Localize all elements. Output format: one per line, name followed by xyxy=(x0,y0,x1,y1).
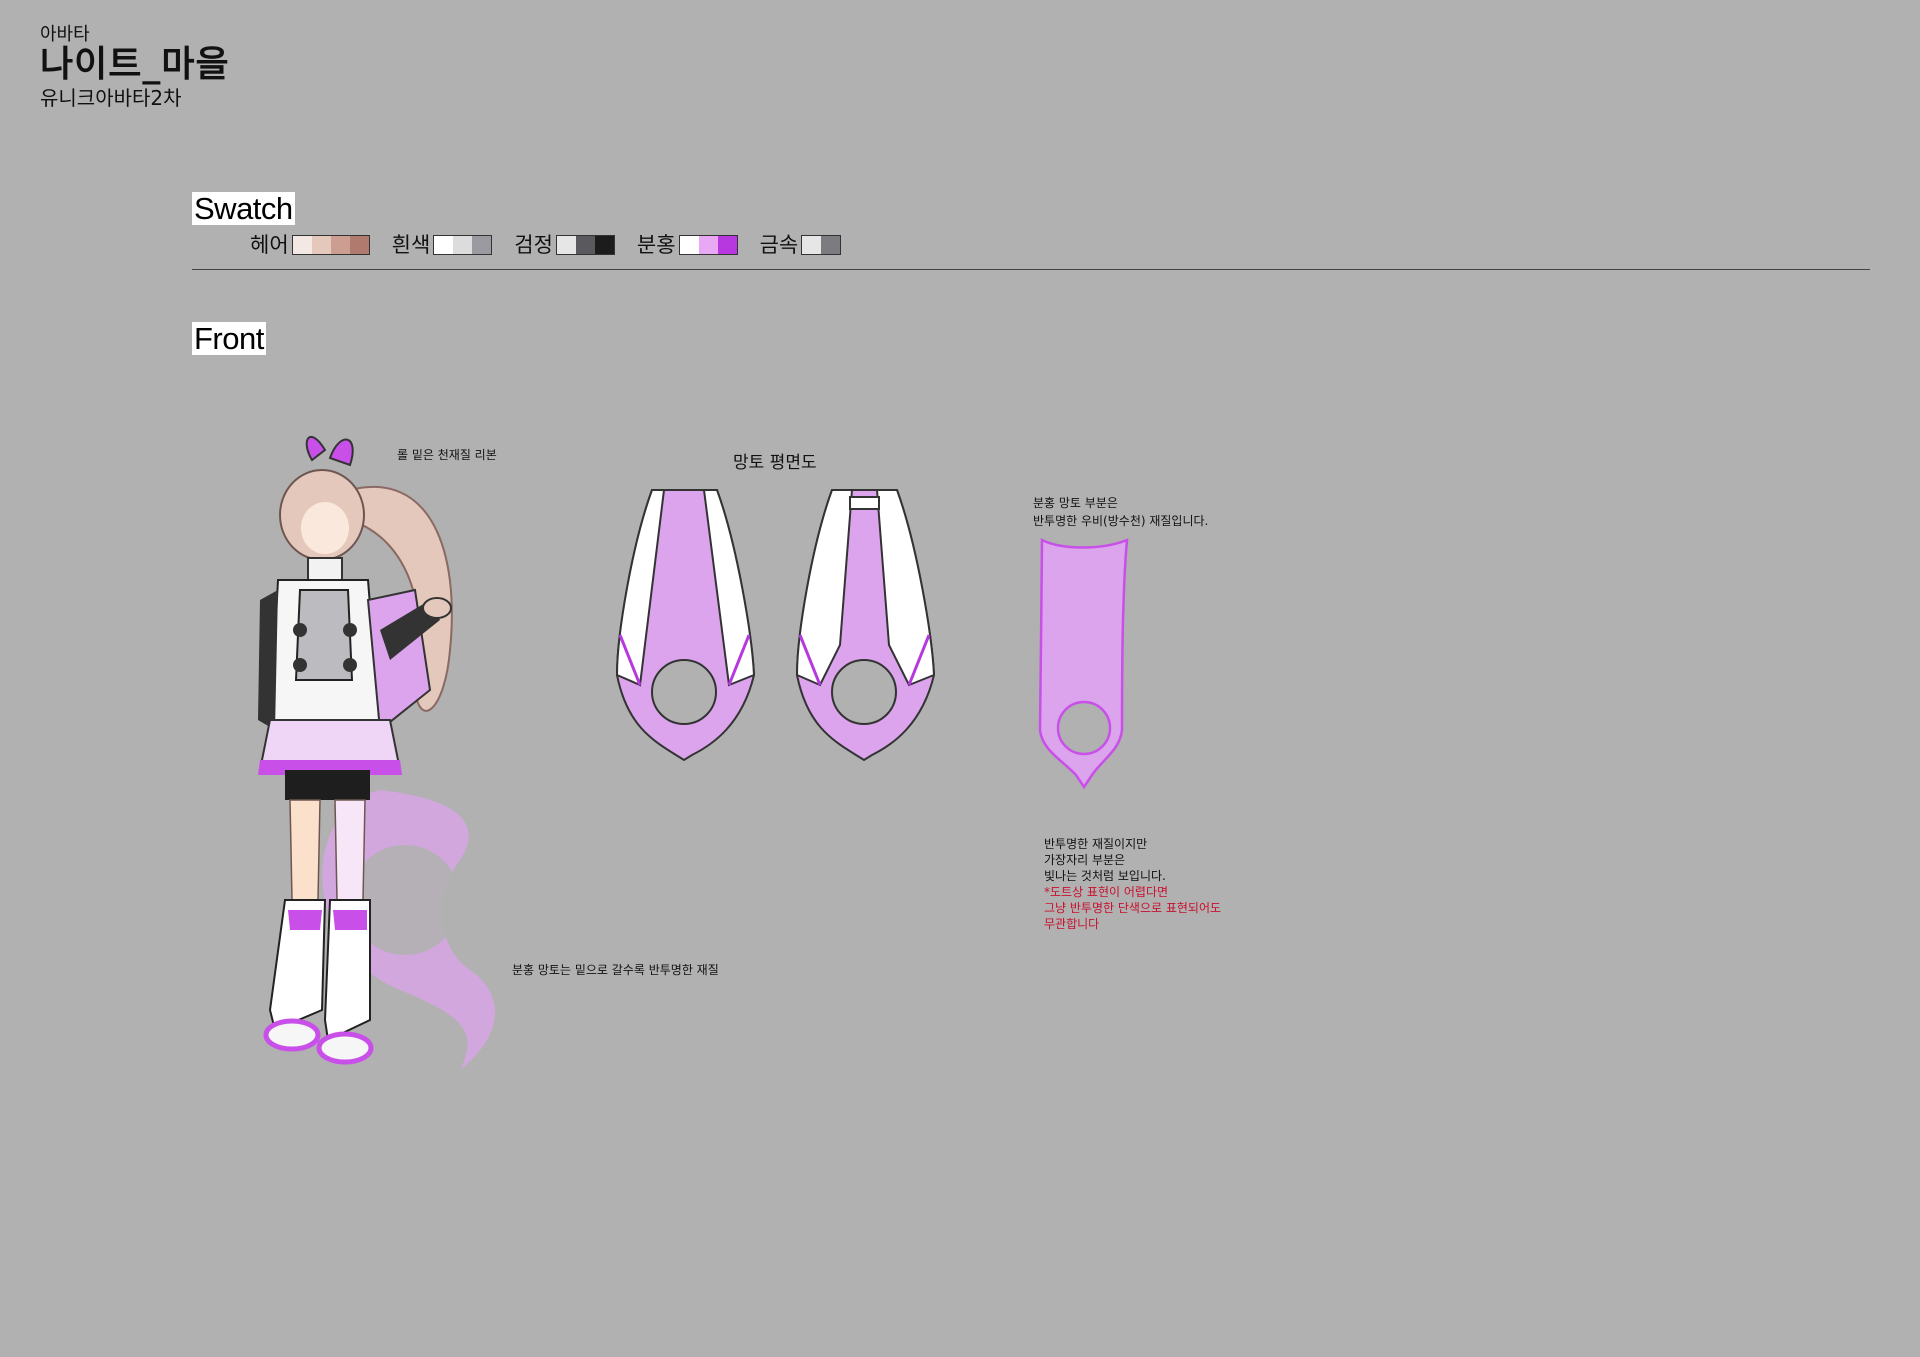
swatch-name: 헤어 xyxy=(250,233,289,257)
swatch-chip xyxy=(679,236,699,254)
edge-note-block: 반투명한 재질이지만 가장자리 부분은 빛나는 것처럼 보입니다. *도트상 표… xyxy=(1044,836,1221,932)
swatch-chip xyxy=(311,236,331,254)
swatch-chips xyxy=(555,235,615,255)
cape-pink-part xyxy=(1038,537,1129,790)
swatch-chips xyxy=(801,235,842,255)
swatch-chip xyxy=(349,236,369,254)
front-section-label: Front xyxy=(192,321,266,356)
swatch-pink: 분홍 xyxy=(637,232,738,258)
cape-flat-title: 망토 평면도 xyxy=(733,453,817,473)
swatch-chip xyxy=(575,236,595,254)
header-category: 아바타 xyxy=(40,24,90,45)
swatch-chips xyxy=(678,235,738,255)
swatch-chips xyxy=(291,235,370,255)
ribbon-note: 롤 밑은 천재질 리본 xyxy=(397,448,497,462)
swatch-chip xyxy=(717,236,737,254)
edge-note-line: 가장자리 부분은 xyxy=(1044,853,1126,867)
swatch-name: 분홍 xyxy=(636,233,676,257)
cape-flat-back xyxy=(615,489,756,762)
page-subtitle: 유니크아바타2차 xyxy=(40,86,182,110)
swatch-metal: 금속 xyxy=(760,232,842,258)
edge-note-red-line: 그냥 반투명한 단색으로 표현되어도 xyxy=(1044,901,1222,915)
edge-note-line: 반투명한 재질이지만 xyxy=(1044,837,1148,851)
swatch-chip xyxy=(292,236,312,254)
swatch-chip xyxy=(821,236,841,254)
edge-note-line: 빛나는 것처럼 보입니다. xyxy=(1044,869,1166,883)
edge-note-red-line: 무관합니다 xyxy=(1044,917,1100,931)
swatch-name: 금속 xyxy=(759,233,799,257)
swatch-chip xyxy=(698,236,718,254)
swatch-section-label: Swatch xyxy=(192,191,295,226)
section-divider xyxy=(192,269,1870,270)
swatch-chip xyxy=(594,236,614,254)
swatch-hair: 헤어 xyxy=(250,232,370,258)
swatch-chip xyxy=(453,236,473,254)
character-illustration xyxy=(258,436,495,1070)
pink-cape-part-note: 분홍 망토 부분은 xyxy=(1033,496,1118,510)
cape-bottom-note: 분홍 망토는 밑으로 갈수록 반투명한 재질 xyxy=(512,963,719,977)
edge-note-red-line: *도트상 표현이 어렵다면 xyxy=(1044,885,1169,899)
swatch-chip xyxy=(802,236,822,254)
swatch-chip xyxy=(472,236,492,254)
swatch-chips xyxy=(433,235,493,255)
swatch-name: 검정 xyxy=(514,233,553,257)
swatch-chip xyxy=(330,236,350,254)
swatch-row: 헤어 흰색 검정 분홍 금속 xyxy=(250,230,863,260)
swatch-name: 흰색 xyxy=(391,233,431,257)
swatch-white: 흰색 xyxy=(392,232,493,258)
cape-flat-front xyxy=(795,489,936,762)
page-title: 나이트_마을 xyxy=(40,44,230,85)
pink-cape-material-note: 반투명한 우비(방수천) 재질입니다. xyxy=(1033,514,1209,528)
swatch-chip xyxy=(434,236,454,254)
swatch-black: 검정 xyxy=(514,232,615,258)
swatch-chip xyxy=(556,236,576,254)
